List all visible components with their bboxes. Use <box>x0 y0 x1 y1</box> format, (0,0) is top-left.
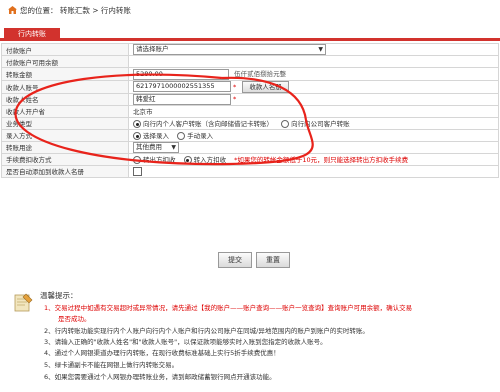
row-payee-name: 收款人姓名 韩爱红 * <box>1 92 499 106</box>
add-payee-label: 是否自动添加到收款人名册 <box>1 164 129 178</box>
biz-type-label: 业务类型 <box>1 116 129 130</box>
row-fee-mode: 手续费扣收方式 转出方扣收 转入方扣收 *如果您的转帐金额低于10元，则只能选择… <box>1 152 499 166</box>
payee-name-input[interactable]: 韩爱红 <box>133 94 231 104</box>
pay-balance-label: 付款账户可用余额 <box>1 55 129 68</box>
row-entry-mode: 录入方式 选择录入 手动录入 <box>1 128 499 142</box>
row-payee-account: 收款人账号 6217971000002551355 * 收款人名册 <box>1 79 499 94</box>
row-pay-balance: 付款账户可用余额 <box>1 55 499 68</box>
tips-title: 温馨提示： <box>40 291 78 300</box>
entry-mode-label: 录入方式 <box>1 128 129 142</box>
row-purpose: 转账用途 其他费用 ▼ <box>1 140 499 154</box>
chevron-down-icon: ▼ <box>318 46 323 53</box>
pay-account-value: 请选择账户 <box>136 45 169 53</box>
tip-item-4: 4、通过个人网银渠道办理行内转账，在现行收费标准基础上实行5折手续费优惠！ <box>44 349 280 357</box>
reset-button[interactable]: 重置 <box>256 252 290 268</box>
row-add-payee: 是否自动添加到收款人名册 <box>1 164 499 178</box>
biz-type-option-corporate[interactable]: 向行内公司客户转账 <box>281 120 350 128</box>
radio-icon <box>133 156 141 164</box>
tip-item-1: 1、交易过程中如遇有交易超时或异常情况，请先通过【我的账户——账户查询——账户一… <box>44 304 413 312</box>
entry-mode-option-manual[interactable]: 手动录入 <box>177 132 213 140</box>
tip-item-6: 6、如果您需要通过个人网银办理转账业务，请到邮政储蓄银行网点开通该功能。 <box>44 373 276 381</box>
fee-mode-label: 手续费扣收方式 <box>1 152 129 166</box>
row-pay-account: 付款账户 请选择账户 ▼ <box>1 43 499 56</box>
pay-account-label: 付款账户 <box>1 43 129 56</box>
tip-item-1-cont: 是否成功。 <box>58 315 91 323</box>
payee-list-button[interactable]: 收款人名册 <box>242 81 289 92</box>
amount-label: 转账金额 <box>1 67 129 81</box>
home-icon <box>8 6 17 14</box>
pay-account-select[interactable]: 请选择账户 ▼ <box>133 44 326 55</box>
biz-type-option-personal[interactable]: 向行内个人客户转账（含向邮储借记卡转账） <box>133 120 273 128</box>
tip-item-2: 2、行内转账功能实现行内个人账户向行内个人账户和行内公司账户在同城/异地范围内的… <box>44 327 369 335</box>
fee-mode-note: *如果您的转帐金额低于10元，则只能选择转出方扣收手续费 <box>234 156 409 164</box>
required-star: * <box>233 95 237 103</box>
radio-icon <box>281 120 290 128</box>
amount-uppercase-hint: 伍仟贰佰捌拾元整 <box>234 70 287 78</box>
payee-name-label: 收款人姓名 <box>1 92 129 106</box>
radio-selected-icon <box>133 132 141 140</box>
entry-mode-option-select[interactable]: 选择录入 <box>133 132 169 140</box>
transfer-form: 付款账户 请选择账户 ▼ 付款账户可用余额 转账金额 5280.00 伍仟贰佰捌… <box>1 43 499 178</box>
purpose-label: 转账用途 <box>1 140 129 154</box>
tip-item-3: 3、请输入正确的"收款人姓名"和"收款人账号"，以保证款项能够实时入账到您指定的… <box>44 338 327 346</box>
submit-button[interactable]: 提交 <box>218 252 252 268</box>
row-amount: 转账金额 5280.00 伍仟贰佰捌拾元整 <box>1 67 499 81</box>
pay-balance-value <box>128 55 499 68</box>
required-star: * <box>233 82 237 91</box>
payee-account-label: 收款人账号 <box>1 79 129 94</box>
breadcrumb: 您的位置： 转账汇款 > 行内转账 <box>20 6 131 15</box>
payee-bank-label: 收款人开户省 <box>1 104 129 118</box>
row-biz-type: 业务类型 向行内个人客户转账（含向邮储借记卡转账） 向行内公司客户转账 <box>1 116 499 130</box>
notepad-icon <box>14 293 33 312</box>
payee-bank-value: 北京市 <box>128 104 499 118</box>
payee-account-input[interactable]: 6217971000002551355 <box>133 81 231 92</box>
purpose-select[interactable]: 其他费用 ▼ <box>133 142 179 152</box>
tab-intrabank-transfer[interactable]: 行内转账 <box>4 28 60 40</box>
chevron-down-icon: ▼ <box>171 143 176 151</box>
radio-icon <box>177 132 186 140</box>
radio-selected-icon <box>183 156 192 164</box>
fee-mode-option-payee[interactable]: 转入方扣收 <box>183 156 226 164</box>
tip-item-5: 5、绿卡通副卡不能在网银上做行内转账交易。 <box>44 361 179 369</box>
add-payee-checkbox[interactable] <box>133 166 142 176</box>
amount-input[interactable]: 5280.00 <box>133 68 229 80</box>
purpose-value: 其他费用 <box>136 142 162 151</box>
tab-underline <box>0 38 500 41</box>
breadcrumb-bar: 您的位置： 转账汇款 > 行内转账 <box>0 0 500 20</box>
fee-mode-option-payer[interactable]: 转出方扣收 <box>133 156 176 164</box>
row-payee-bank: 收款人开户省 北京市 <box>1 104 499 118</box>
radio-selected-icon <box>133 120 141 128</box>
